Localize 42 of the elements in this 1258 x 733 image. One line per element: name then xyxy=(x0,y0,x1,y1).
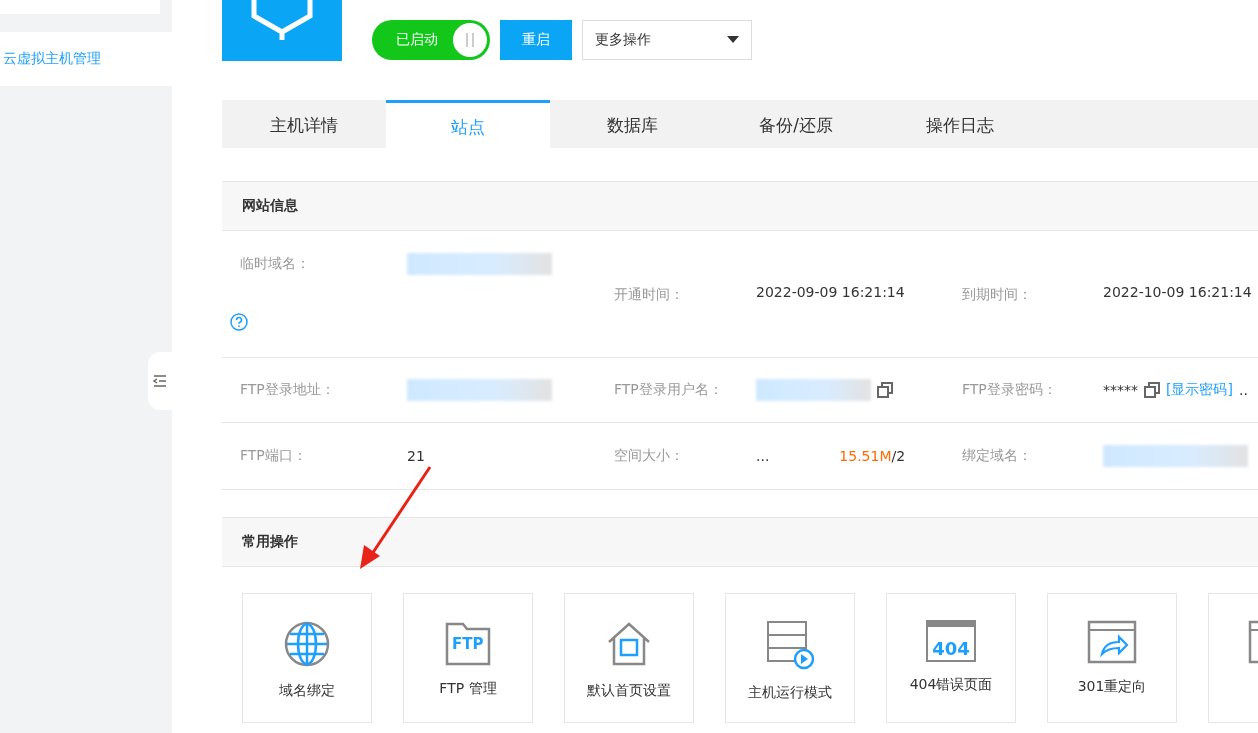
operation-card[interactable]: 404 404错误页面 xyxy=(886,593,1016,723)
caret-icon xyxy=(727,36,739,43)
field-value: 2022-09-09 16:21:14 xyxy=(756,284,905,300)
tab[interactable]: 数据库 xyxy=(550,100,714,148)
space-usage: 15.51M/2 xyxy=(839,448,906,464)
pause-icon xyxy=(465,32,475,47)
cube-icon xyxy=(250,0,314,40)
tab[interactable]: 备份/还原 xyxy=(714,100,878,148)
ftp-folder-icon: FTP xyxy=(445,620,491,666)
tab[interactable]: 主机详情 xyxy=(222,100,386,148)
collapse-icon xyxy=(153,374,167,388)
tab[interactable]: 操作日志 xyxy=(878,100,1042,148)
more-actions-select[interactable]: 更多操作 xyxy=(582,19,752,60)
field-label: FTP端口： xyxy=(239,447,308,465)
field-label: 到期时间： xyxy=(962,286,1033,304)
globe-icon xyxy=(283,620,331,668)
collapse-handle[interactable] xyxy=(148,352,172,410)
operation-card[interactable]: 301重定向 xyxy=(1047,593,1177,723)
field-label: FTP登录用户名： xyxy=(614,381,724,399)
field-label: FTP登录密码： xyxy=(962,381,1058,399)
field-label: 绑定域名： xyxy=(962,447,1033,465)
error-page-icon: 404 xyxy=(926,620,976,662)
copy-icon[interactable] xyxy=(1144,382,1160,398)
operation-card[interactable]: FTP FTP 管理 xyxy=(403,593,533,723)
field-label: FTP登录地址： xyxy=(239,381,336,399)
operation-card[interactable]: 主机运行模式 xyxy=(725,593,855,723)
copy-icon[interactable] xyxy=(877,382,893,398)
operation-card[interactable]: 默认首页设置 xyxy=(564,593,694,723)
section-header: 常用操作 xyxy=(222,517,1258,567)
field-label: 空间大小： xyxy=(614,447,685,465)
field-label: 开通时间： xyxy=(614,286,685,304)
field-label: 临时域名： xyxy=(239,255,311,273)
field-value: 21 xyxy=(407,448,425,464)
section-header: 网站信息 xyxy=(222,181,1258,231)
field-value: 2022-10-09 16:21:14 xyxy=(1103,284,1252,300)
help-icon[interactable] xyxy=(230,313,248,331)
field-value: ... xyxy=(756,448,770,464)
redirect-page-icon xyxy=(1087,620,1137,664)
field-value: ***** xyxy=(1103,382,1138,398)
server-icon xyxy=(765,620,815,670)
more-text: .. xyxy=(1238,382,1248,398)
operation-card[interactable]: 域名绑定 xyxy=(242,593,372,723)
